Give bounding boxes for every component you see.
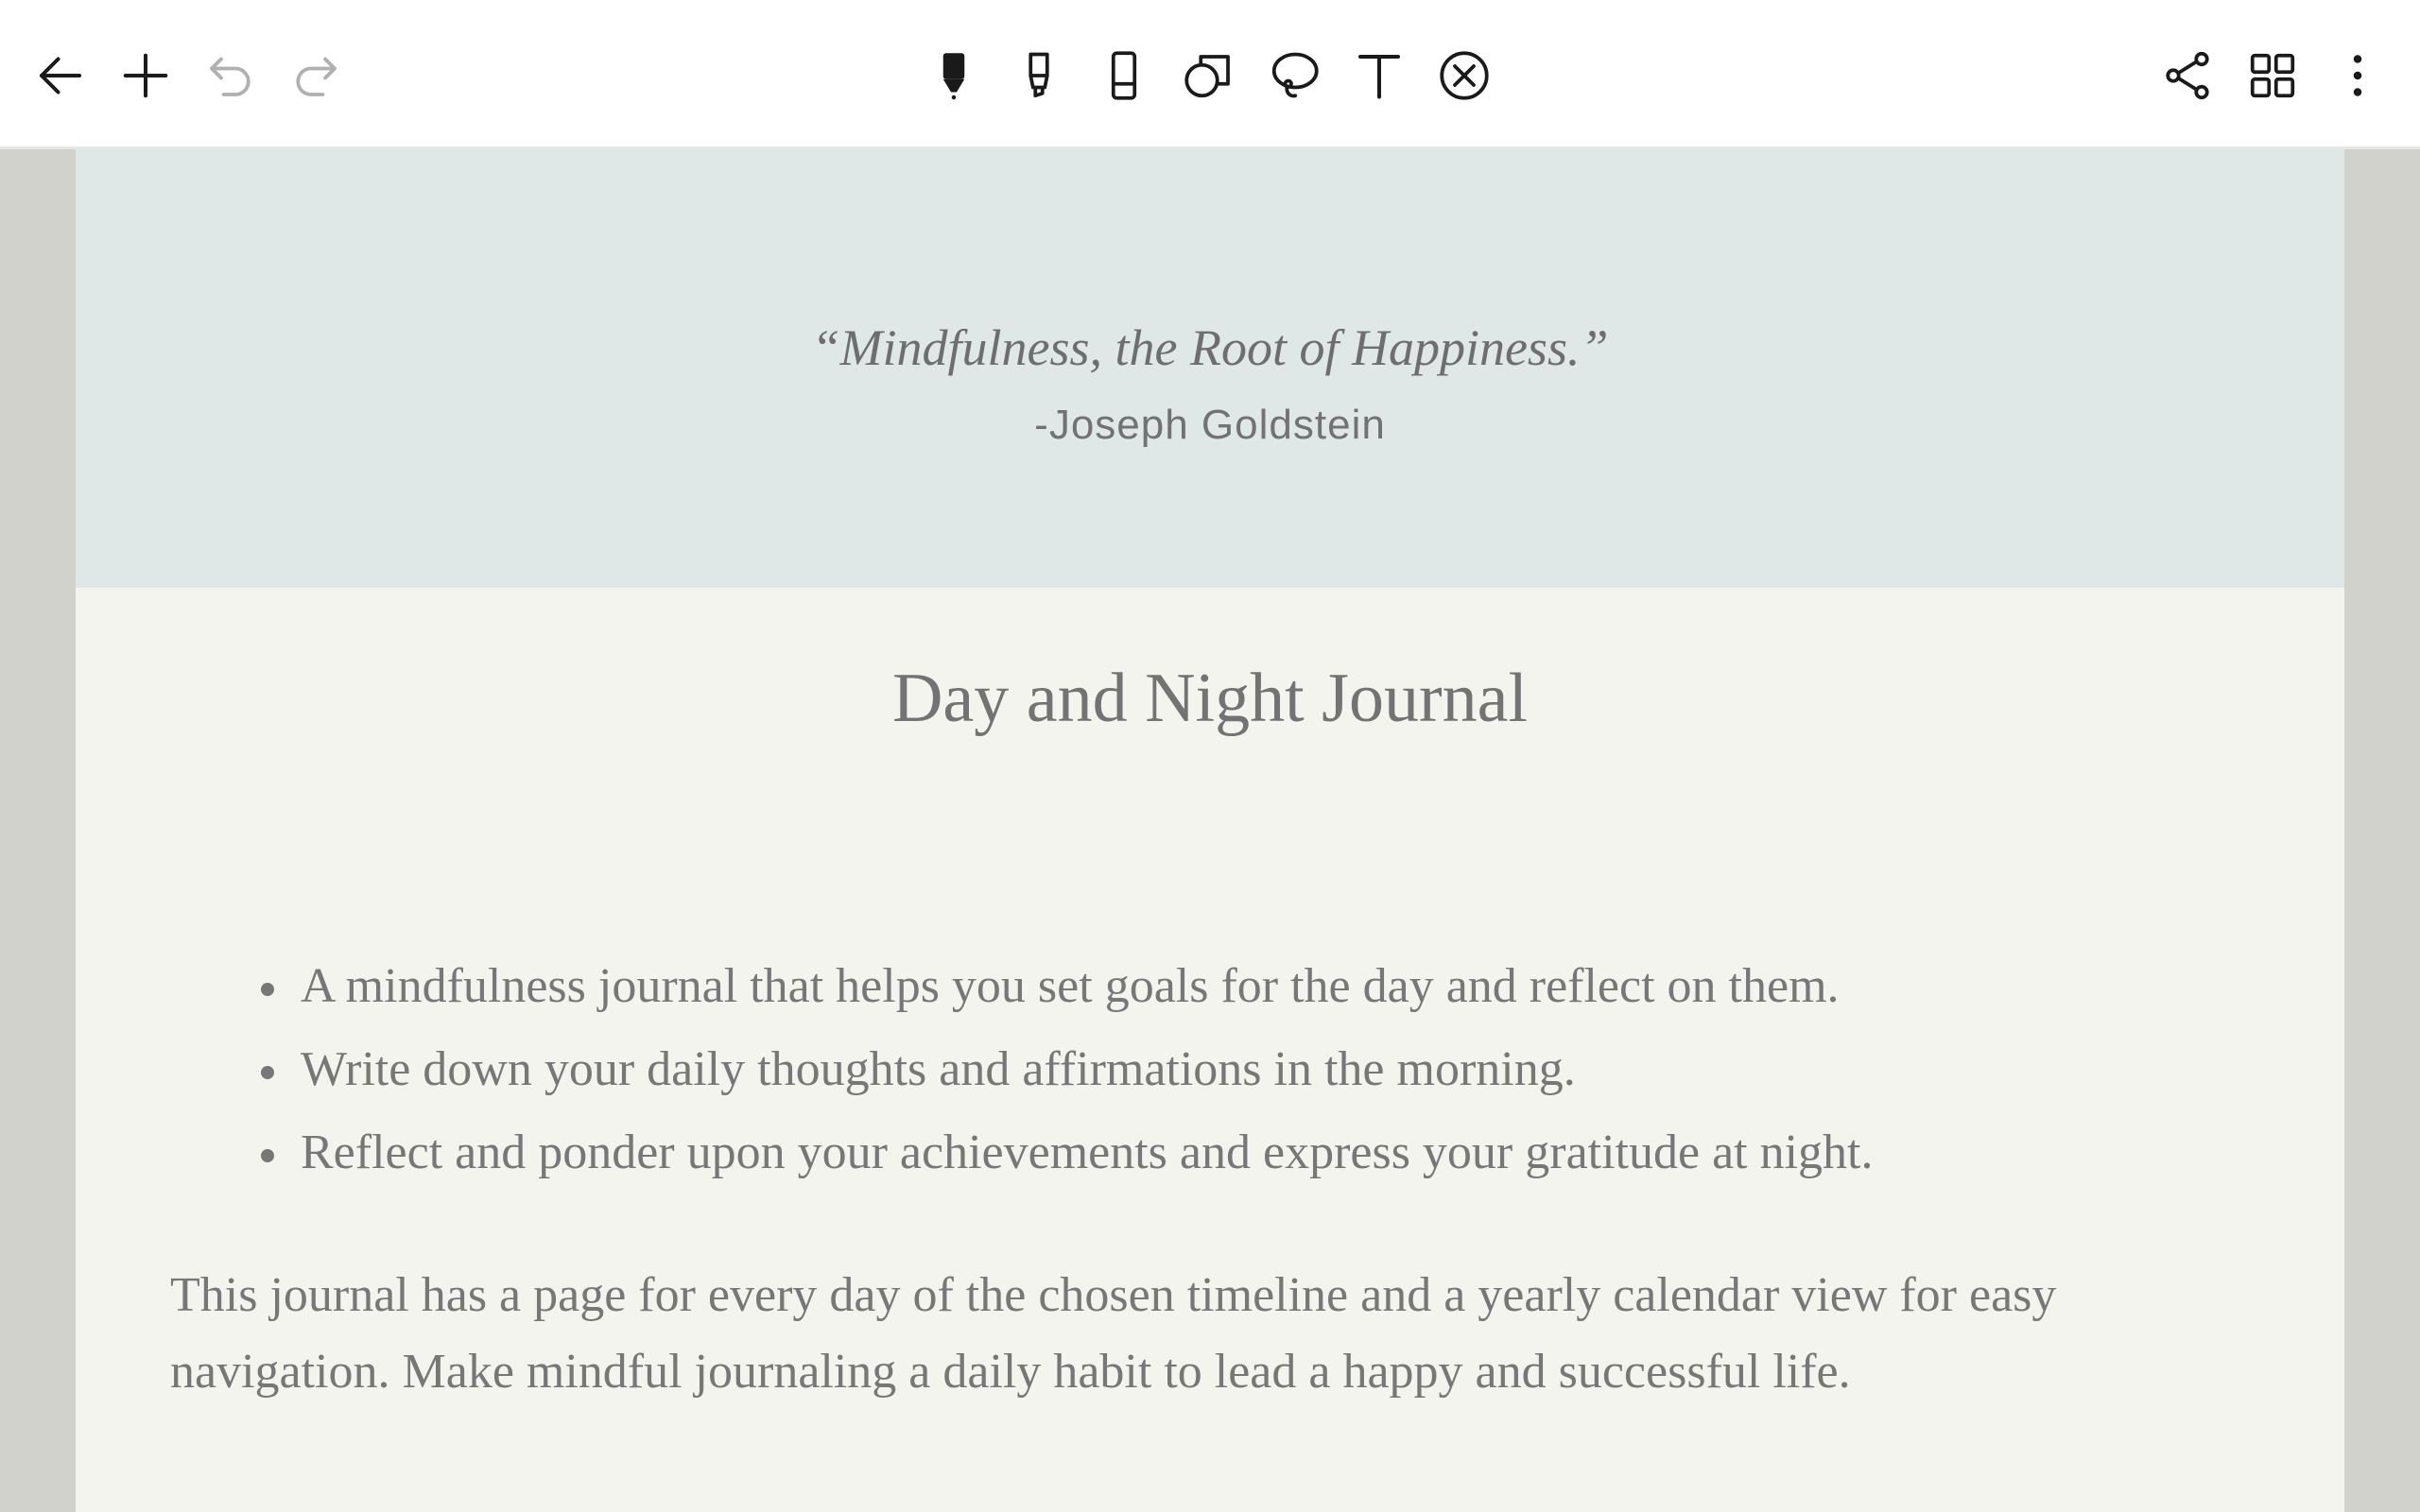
text-tool-button[interactable] xyxy=(1341,38,1417,113)
fountain-pen-icon xyxy=(942,53,965,100)
text-tool-icon xyxy=(1358,55,1400,99)
list-item: Write down your daily thoughts and affir… xyxy=(255,1028,2316,1111)
top-toolbar xyxy=(0,0,2420,149)
touch-disabled-icon xyxy=(1440,51,1489,100)
pen-tool-button[interactable] xyxy=(916,38,992,113)
lasso-icon xyxy=(1271,52,1319,98)
highlighter-icon xyxy=(1028,52,1049,98)
add-page-button[interactable] xyxy=(108,38,183,113)
undo-icon xyxy=(210,57,251,96)
arrow-left-icon xyxy=(40,57,81,94)
back-button[interactable] xyxy=(23,38,98,113)
redo-icon xyxy=(296,57,337,96)
touch-disabled-button[interactable] xyxy=(1426,38,1502,113)
share-button[interactable] xyxy=(2150,38,2225,113)
plus-icon xyxy=(123,53,168,98)
page-overview-button[interactable] xyxy=(2235,38,2310,113)
more-vertical-icon xyxy=(2353,55,2362,96)
grid-icon xyxy=(2250,53,2295,98)
share-icon xyxy=(2166,51,2209,100)
journal-page[interactable]: “Mindfulness, the Root of Happiness.” -J… xyxy=(76,149,2344,1512)
list-item: Reflect and ponder upon your achievement… xyxy=(255,1111,2316,1194)
quote-author: -Joseph Goldstein xyxy=(1034,402,1386,448)
shapes-icon xyxy=(1184,55,1230,98)
quote-banner: “Mindfulness, the Root of Happiness.” -J… xyxy=(76,149,2344,588)
shapes-tool-button[interactable] xyxy=(1171,38,1247,113)
more-options-button[interactable] xyxy=(2320,38,2395,113)
eraser-icon xyxy=(1111,51,1137,100)
feature-list: A mindfulness journal that helps you set… xyxy=(255,945,2316,1194)
quote-text: “Mindfulness, the Root of Happiness.” xyxy=(811,319,1609,376)
page-title: Day and Night Journal xyxy=(891,660,1529,737)
description-paragraph: This journal has a page for every day of… xyxy=(170,1268,2057,1399)
redo-button[interactable] xyxy=(278,38,354,113)
lasso-tool-button[interactable] xyxy=(1256,38,1332,113)
eraser-tool-button[interactable] xyxy=(1086,38,1162,113)
notebook-canvas[interactable]: “Mindfulness, the Root of Happiness.” -J… xyxy=(0,149,2420,1512)
list-item: A mindfulness journal that helps you set… xyxy=(255,945,2316,1028)
highlighter-tool-button[interactable] xyxy=(1001,38,1077,113)
undo-button[interactable] xyxy=(193,38,268,113)
